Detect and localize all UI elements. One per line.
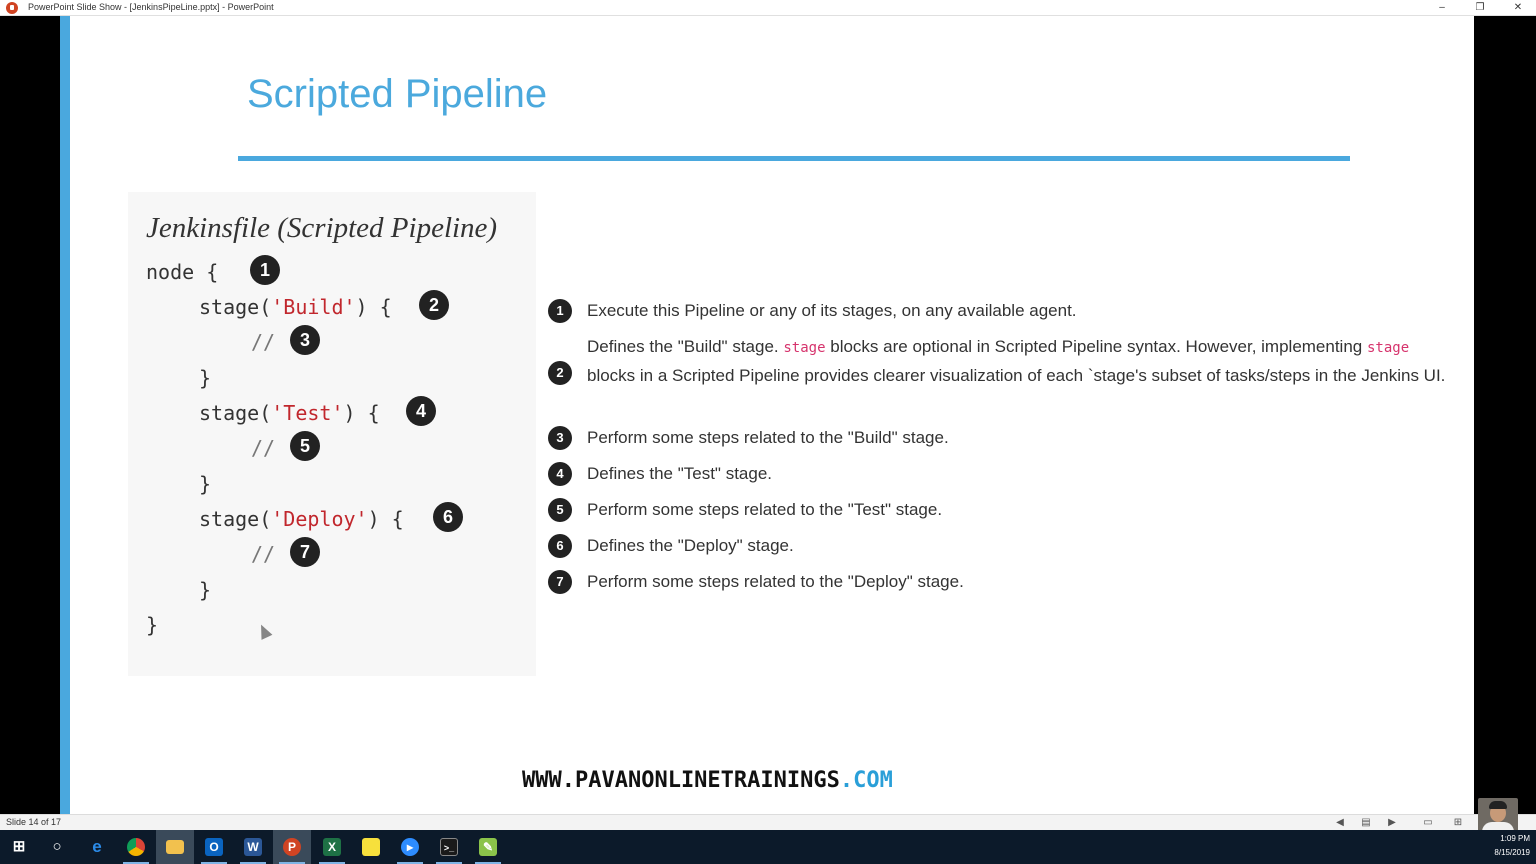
minimize-button[interactable]: –: [1424, 0, 1460, 16]
annotation-3: 3 Perform some steps related to the "Bui…: [548, 424, 1458, 452]
code-line-close-test: }: [199, 472, 212, 496]
annotation-text-6: Defines the "Deploy" stage.: [587, 536, 794, 555]
search-circle-icon: ○: [52, 838, 62, 855]
annotation-badge-1: 1: [548, 299, 572, 323]
code-panel: Jenkinsfile (Scripted Pipeline) node { 1…: [128, 192, 536, 676]
code-line-node: node {: [146, 260, 219, 284]
windows-taskbar: ⊞ ○ e O W P X ▸ >_ ✎ 1:09 PM 8/15/2019: [0, 830, 1536, 864]
slideshow-status-bar: Slide 14 of 17 ◀ ▤ ▶ ▭ ⊞: [0, 814, 1536, 830]
taskbar-edge[interactable]: e: [78, 830, 116, 864]
annotation-badge-3: 3: [548, 426, 572, 450]
fit-slide-icon[interactable]: ⊞: [1452, 817, 1464, 829]
slide-sorter-icon[interactable]: ▤: [1360, 817, 1372, 829]
taskbar-notepad-plus[interactable]: ✎: [469, 830, 507, 864]
close-button[interactable]: ✕: [1500, 0, 1536, 16]
annotation-badge-7: 7: [548, 570, 572, 594]
code-badge-7: 7: [290, 537, 320, 567]
outlook-icon: O: [205, 838, 223, 856]
powerpoint-icon: [6, 2, 18, 14]
restore-button[interactable]: ❐: [1462, 0, 1498, 16]
code-line-close-node: }: [146, 613, 159, 637]
taskbar-zoom[interactable]: ▸: [391, 830, 429, 864]
cortana-search-button[interactable]: ○: [38, 830, 76, 864]
code-badge-2: 2: [419, 290, 449, 320]
sticky-notes-icon: [362, 838, 380, 856]
next-slide-icon[interactable]: ▶: [1386, 817, 1398, 829]
inline-code-stage: stage: [783, 340, 826, 356]
code-line-comment-test: //: [251, 436, 276, 460]
code-badge-3: 3: [290, 325, 320, 355]
annotation-6: 6 Defines the "Deploy" stage.: [548, 532, 1458, 560]
annotation-badge-2: 2: [548, 361, 572, 385]
annotation-text-4: Defines the "Test" stage.: [587, 464, 772, 483]
taskbar-sticky-notes[interactable]: [352, 830, 390, 864]
taskbar-excel[interactable]: X: [313, 830, 351, 864]
annotation-text-1: Execute this Pipeline or any of its stag…: [587, 301, 1077, 320]
code-line-stage-test: stage('Test') {: [199, 401, 380, 425]
inline-code-stage: stage: [1366, 340, 1410, 356]
folder-icon: [166, 840, 184, 854]
taskbar-command-prompt[interactable]: >_: [430, 830, 468, 864]
notepad-icon: ✎: [479, 838, 497, 856]
system-clock[interactable]: 1:09 PM 8/15/2019: [1470, 832, 1530, 860]
annotation-badge-4: 4: [548, 462, 572, 486]
edge-icon: e: [92, 837, 102, 856]
annotation-5: 5 Perform some steps related to the "Tes…: [548, 496, 1458, 524]
annotation-1: 1 Execute this Pipeline or any of its st…: [548, 297, 1458, 325]
code-panel-title: Jenkinsfile (Scripted Pipeline): [146, 212, 498, 244]
annotation-4: 4 Defines the "Test" stage.: [548, 460, 1458, 488]
code-line-close-build: }: [199, 366, 212, 390]
chrome-icon: [127, 838, 145, 856]
excel-icon: X: [323, 838, 341, 856]
terminal-icon: >_: [440, 838, 458, 856]
reading-view-icon[interactable]: ▭: [1422, 817, 1434, 829]
code-badge-6: 6: [433, 502, 463, 532]
window-title: PowerPoint Slide Show - [JenkinsPipeLine…: [28, 2, 274, 12]
windows-logo-icon: ⊞: [12, 838, 26, 855]
powerpoint-icon: P: [283, 838, 301, 856]
code-line-stage-build: stage('Build') {: [199, 295, 392, 319]
annotation-text-7: Perform some steps related to the "Deplo…: [587, 572, 964, 591]
slide-accent-bar: [60, 16, 70, 814]
windows-start-button[interactable]: ⊞: [0, 830, 38, 864]
code-line-comment-deploy: //: [251, 542, 276, 566]
taskbar-word[interactable]: W: [234, 830, 272, 864]
annotation-badge-6: 6: [548, 534, 572, 558]
annotation-7: 7 Perform some steps related to the "Dep…: [548, 568, 1458, 596]
slide-counter: Slide 14 of 17: [6, 817, 62, 827]
website-watermark: WWW.PAVANONLINETRAININGS.COM: [522, 768, 893, 793]
word-icon: W: [244, 838, 262, 856]
code-line-close-deploy: }: [199, 578, 212, 602]
clock-time: 1:09 PM: [1500, 834, 1530, 843]
code-line-stage-deploy: stage('Deploy') {: [199, 507, 404, 531]
zoom-icon: ▸: [401, 838, 419, 856]
taskbar-file-explorer[interactable]: [156, 830, 194, 864]
title-divider: [238, 156, 1350, 161]
previous-slide-icon[interactable]: ◀: [1334, 817, 1346, 829]
slide-show-area[interactable]: Scripted Pipeline Jenkinsfile (Scripted …: [0, 16, 1536, 814]
code-badge-5: 5: [290, 431, 320, 461]
annotation-text-2: Defines the "Build" stage. stage blocks …: [587, 337, 1446, 385]
taskbar-outlook[interactable]: O: [195, 830, 233, 864]
code-badge-1: 1: [250, 255, 280, 285]
annotation-text-3: Perform some steps related to the "Build…: [587, 428, 949, 447]
annotation-badge-5: 5: [548, 498, 572, 522]
window-title-bar: PowerPoint Slide Show - [JenkinsPipeLine…: [0, 0, 1536, 16]
annotation-text-5: Perform some steps related to the "Test"…: [587, 500, 943, 519]
slide-title: Scripted Pipeline: [247, 72, 548, 116]
code-line-comment-build: //: [251, 330, 276, 354]
taskbar-chrome[interactable]: [117, 830, 155, 864]
code-badge-4: 4: [406, 396, 436, 426]
taskbar-powerpoint[interactable]: P: [273, 830, 311, 864]
slide[interactable]: Scripted Pipeline Jenkinsfile (Scripted …: [60, 16, 1474, 814]
annotation-2: 2 Defines the "Build" stage. stage block…: [548, 333, 1458, 415]
clock-date: 8/15/2019: [1494, 848, 1530, 857]
